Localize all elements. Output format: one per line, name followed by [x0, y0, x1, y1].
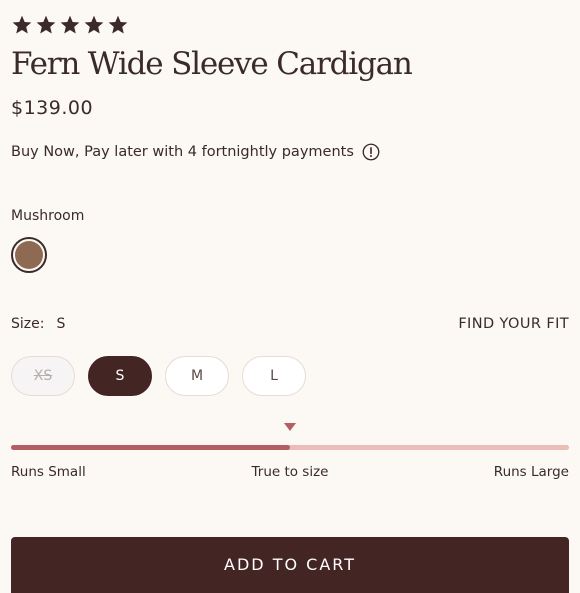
size-option-s[interactable]: S — [88, 356, 152, 396]
rating-stars — [11, 14, 129, 36]
find-your-fit-link[interactable]: FIND YOUR FIT — [458, 316, 569, 332]
star-icon — [108, 15, 128, 34]
size-option-m[interactable]: M — [165, 356, 229, 396]
info-icon[interactable] — [362, 143, 380, 161]
color-name-label: Mushroom — [11, 208, 85, 224]
add-to-cart-button[interactable]: ADD TO CART — [11, 537, 569, 593]
fit-label-runs-small: Runs Small — [11, 464, 86, 480]
size-label: Size: — [11, 316, 45, 332]
swatch-fill — [15, 241, 43, 269]
size-label-group: Size: S — [11, 316, 65, 332]
star-icon — [60, 15, 80, 34]
bnpl-text: Buy Now, Pay later with 4 fortnightly pa… — [11, 144, 354, 160]
star-icon — [84, 15, 104, 34]
fit-label-true-to-size: True to size — [251, 464, 329, 480]
product-title: Fern Wide Sleeve Cardigan — [11, 46, 413, 82]
fit-scale-track — [11, 445, 569, 450]
fit-label-runs-large: Runs Large — [493, 464, 569, 480]
size-options: XS S M L — [11, 356, 306, 396]
color-swatch-mushroom[interactable] — [11, 237, 47, 273]
star-icon — [12, 15, 32, 34]
fit-scale-fill — [11, 445, 290, 450]
bnpl-message: Buy Now, Pay later with 4 fortnightly pa… — [11, 143, 380, 161]
star-icon — [36, 15, 56, 34]
selected-size-value: S — [56, 316, 66, 332]
product-price: $139.00 — [11, 97, 94, 119]
size-option-l[interactable]: L — [242, 356, 306, 396]
size-option-xs[interactable]: XS — [11, 356, 75, 396]
fit-indicator-marker — [284, 423, 296, 431]
